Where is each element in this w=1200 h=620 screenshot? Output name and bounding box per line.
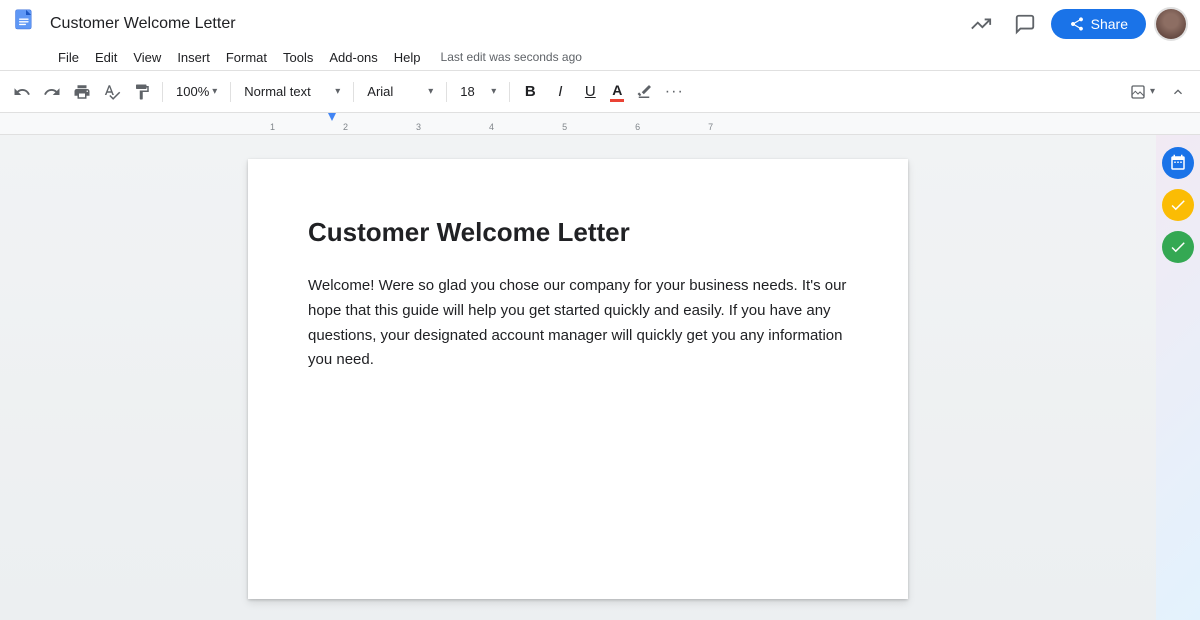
toolbar-separator-4: [446, 82, 447, 102]
toolbar-separator-3: [353, 82, 354, 102]
italic-button[interactable]: I: [546, 78, 574, 106]
print-button[interactable]: [68, 78, 96, 106]
spell-check-button[interactable]: [98, 78, 126, 106]
menu-bar: File Edit View Insert Format Tools Add-o…: [0, 44, 1200, 70]
comments-icon[interactable]: [1007, 6, 1043, 42]
toolbar-separator-2: [230, 82, 231, 102]
undo-button[interactable]: [8, 78, 36, 106]
doc-title[interactable]: Customer Welcome Letter: [50, 15, 963, 33]
menu-item-insert[interactable]: Insert: [169, 48, 218, 67]
toolbar-separator-1: [162, 82, 163, 102]
redo-button[interactable]: [38, 78, 66, 106]
font-size-select[interactable]: 18 ▾: [453, 78, 503, 106]
toolbar: 100% ▾ Normal text ▾ Arial ▾ 18 ▾ B I U …: [0, 71, 1200, 113]
font-select[interactable]: Arial ▾: [360, 78, 440, 106]
title-section: Customer Welcome Letter: [50, 15, 963, 33]
style-select[interactable]: Normal text ▾: [237, 78, 347, 106]
doc-canvas[interactable]: Customer Welcome Letter Welcome! Were so…: [0, 135, 1156, 620]
highlight-button[interactable]: [630, 78, 658, 106]
style-chevron: ▾: [335, 86, 340, 97]
doc-heading: Customer Welcome Letter: [308, 217, 848, 248]
bold-button[interactable]: B: [516, 78, 544, 106]
menu-item-edit[interactable]: Edit: [87, 48, 125, 67]
menu-item-format[interactable]: Format: [218, 48, 275, 67]
ruler: 1 2 3 4 5 6 7: [0, 113, 1200, 135]
underline-button[interactable]: U: [576, 78, 604, 106]
calendar-widget[interactable]: [1162, 147, 1194, 179]
main-area: Customer Welcome Letter Welcome! Were so…: [0, 135, 1200, 620]
share-button[interactable]: Share: [1051, 9, 1146, 39]
doc-body[interactable]: Welcome! Were so glad you chose our comp…: [308, 274, 848, 373]
collapse-button[interactable]: [1164, 78, 1192, 106]
header-actions: Share: [963, 6, 1188, 42]
menu-item-file[interactable]: File: [50, 48, 87, 67]
doc-page: Customer Welcome Letter Welcome! Were so…: [248, 159, 908, 599]
tasks-widget[interactable]: [1162, 189, 1194, 221]
menu-item-help[interactable]: Help: [386, 48, 429, 67]
more-options-button[interactable]: ···: [660, 78, 688, 106]
font-chevron: ▾: [428, 86, 433, 97]
meet-widget[interactable]: [1162, 231, 1194, 263]
menu-item-addons[interactable]: Add-ons: [321, 48, 385, 67]
docs-icon: [12, 8, 40, 41]
right-sidebar: [1156, 135, 1200, 620]
menu-item-view[interactable]: View: [125, 48, 169, 67]
zoom-select[interactable]: 100% ▾: [169, 78, 224, 106]
toolbar-separator-5: [509, 82, 510, 102]
paint-format-button[interactable]: [128, 78, 156, 106]
last-edit-status: Last edit was seconds ago: [441, 50, 582, 64]
menu-item-tools[interactable]: Tools: [275, 48, 321, 67]
avatar[interactable]: [1154, 7, 1188, 41]
trending-icon[interactable]: [963, 6, 999, 42]
zoom-chevron: ▾: [212, 86, 217, 97]
chevron-down-icon: ▾: [1150, 86, 1155, 97]
size-chevron: ▾: [491, 86, 496, 97]
font-color-button[interactable]: A: [606, 78, 628, 106]
format-image-button[interactable]: ▾: [1123, 78, 1162, 106]
